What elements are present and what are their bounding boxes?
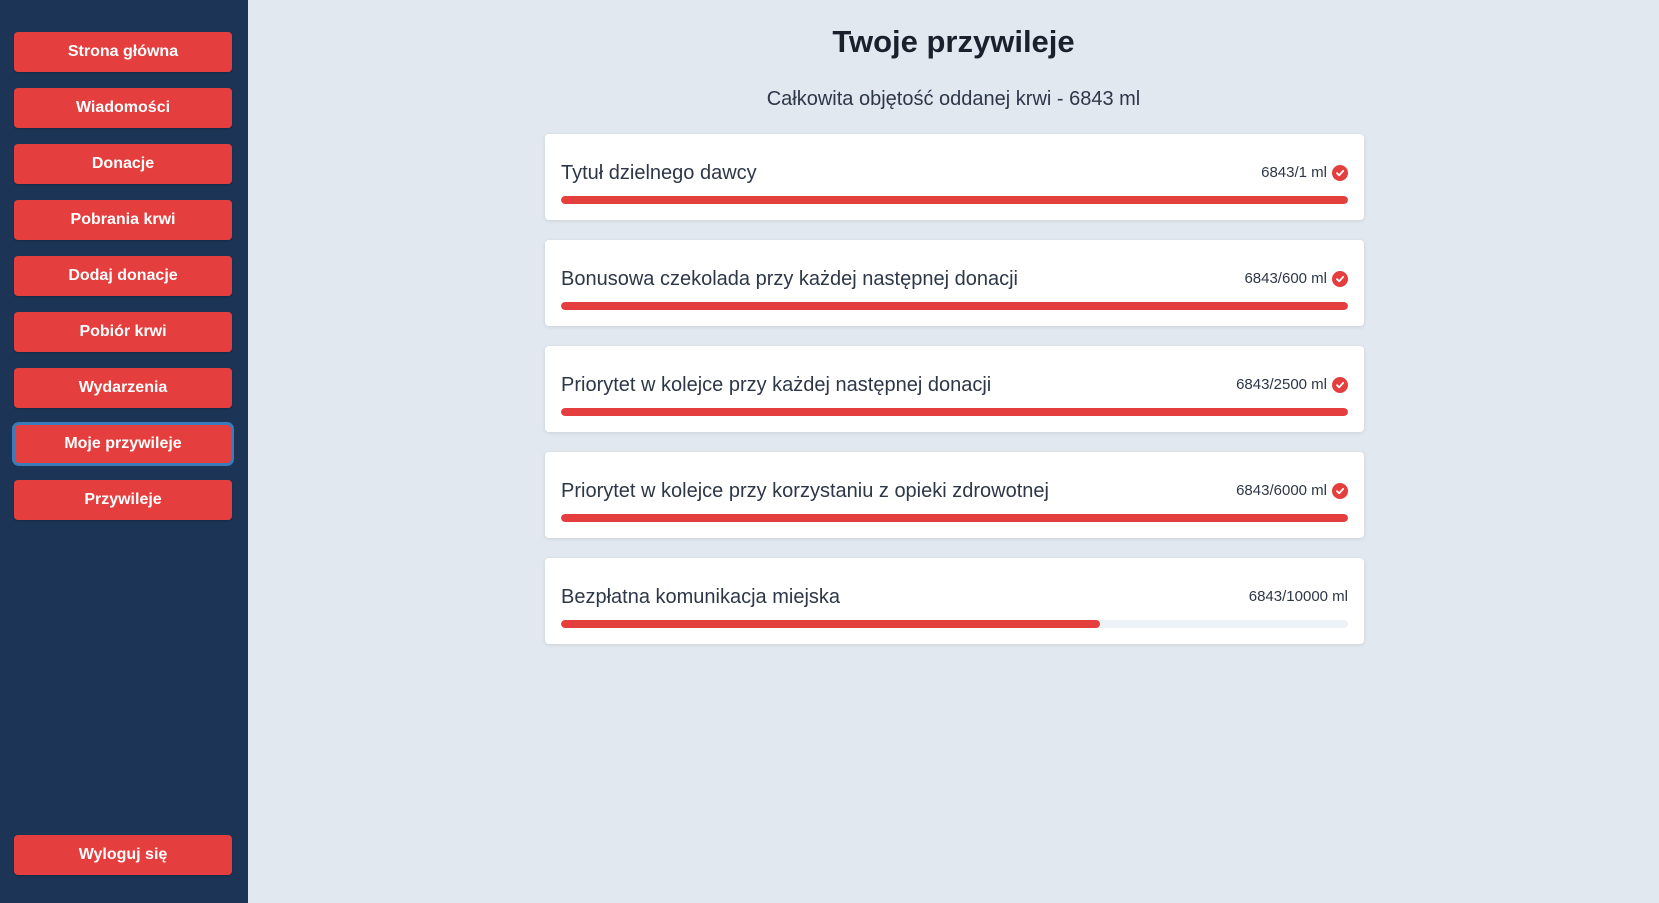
progress-fill [561, 196, 1348, 204]
privilege-title: Priorytet w kolejce przy korzystaniu z o… [561, 480, 1049, 502]
sidebar-item-pobior-krwi[interactable]: Pobiór krwi [14, 312, 232, 352]
sidebar-nav: Strona główna Wiadomości Donacje Pobrani… [12, 32, 234, 536]
privilege-progress-text: 6843/1 ml [1261, 164, 1327, 181]
sidebar-item-wydarzenia[interactable]: Wydarzenia [14, 368, 232, 408]
progress-fill [561, 408, 1348, 416]
page-title: Twoje przywileje [832, 24, 1075, 59]
check-circle-icon [1332, 376, 1348, 393]
sidebar-item-pobrania-krwi[interactable]: Pobrania krwi [14, 200, 232, 240]
privilege-card: Tytuł dzielnego dawcy 6843/1 ml [545, 134, 1364, 220]
progress-fill [561, 620, 1100, 628]
progress-bar [561, 620, 1348, 628]
progress-fill [561, 302, 1348, 310]
sidebar-item-moje-przywileje[interactable]: Moje przywileje [12, 422, 234, 466]
privilege-progress-info: 6843/2500 ml [1236, 376, 1348, 393]
sidebar-item-dodaj-donacje[interactable]: Dodaj donacje [14, 256, 232, 296]
privilege-progress-info: 6843/600 ml [1244, 270, 1348, 287]
privilege-progress-text: 6843/2500 ml [1236, 376, 1327, 393]
total-blood-volume: Całkowita objętość oddanej krwi - 6843 m… [766, 88, 1141, 110]
check-circle-icon [1332, 482, 1348, 499]
privilege-progress-info: 6843/10000 ml [1249, 588, 1348, 605]
privilege-title: Tytuł dzielnego dawcy [561, 162, 757, 184]
privilege-card: Bonusowa czekolada przy każdej następnej… [545, 240, 1364, 326]
sidebar: Strona główna Wiadomości Donacje Pobrani… [0, 0, 248, 903]
privilege-card: Bezpłatna komunikacja miejska 6843/10000… [545, 558, 1364, 644]
sidebar-item-strona-glowna[interactable]: Strona główna [14, 32, 232, 72]
app: Strona główna Wiadomości Donacje Pobrani… [0, 0, 1659, 903]
privilege-title: Bezpłatna komunikacja miejska [561, 586, 841, 608]
main-content: Twoje przywileje Całkowita objętość odda… [248, 0, 1659, 903]
sidebar-item-przywileje[interactable]: Przywileje [14, 480, 232, 520]
privilege-progress-text: 6843/6000 ml [1236, 482, 1327, 499]
privilege-progress-text: 6843/10000 ml [1248, 588, 1348, 605]
progress-fill [561, 514, 1348, 522]
sidebar-item-donacje[interactable]: Donacje [14, 144, 232, 184]
privileges-list: Tytuł dzielnego dawcy 6843/1 ml Bonusowa… [545, 134, 1364, 664]
privilege-title: Priorytet w kolejce przy każdej następne… [561, 374, 992, 396]
check-circle-icon [1332, 164, 1348, 181]
progress-bar [561, 196, 1348, 204]
privilege-card: Priorytet w kolejce przy każdej następne… [545, 346, 1364, 432]
sidebar-item-wiadomosci[interactable]: Wiadomości [14, 88, 232, 128]
privilege-progress-info: 6843/1 ml [1261, 164, 1348, 181]
privilege-title: Bonusowa czekolada przy każdej następnej… [561, 268, 1018, 290]
progress-bar [561, 302, 1348, 310]
privilege-progress-text: 6843/600 ml [1244, 270, 1327, 287]
logout-button[interactable]: Wyloguj się [14, 835, 232, 875]
privilege-progress-info: 6843/6000 ml [1236, 482, 1348, 499]
privilege-card: Priorytet w kolejce przy korzystaniu z o… [545, 452, 1364, 538]
progress-bar [561, 408, 1348, 416]
check-circle-icon [1332, 270, 1348, 287]
progress-bar [561, 514, 1348, 522]
